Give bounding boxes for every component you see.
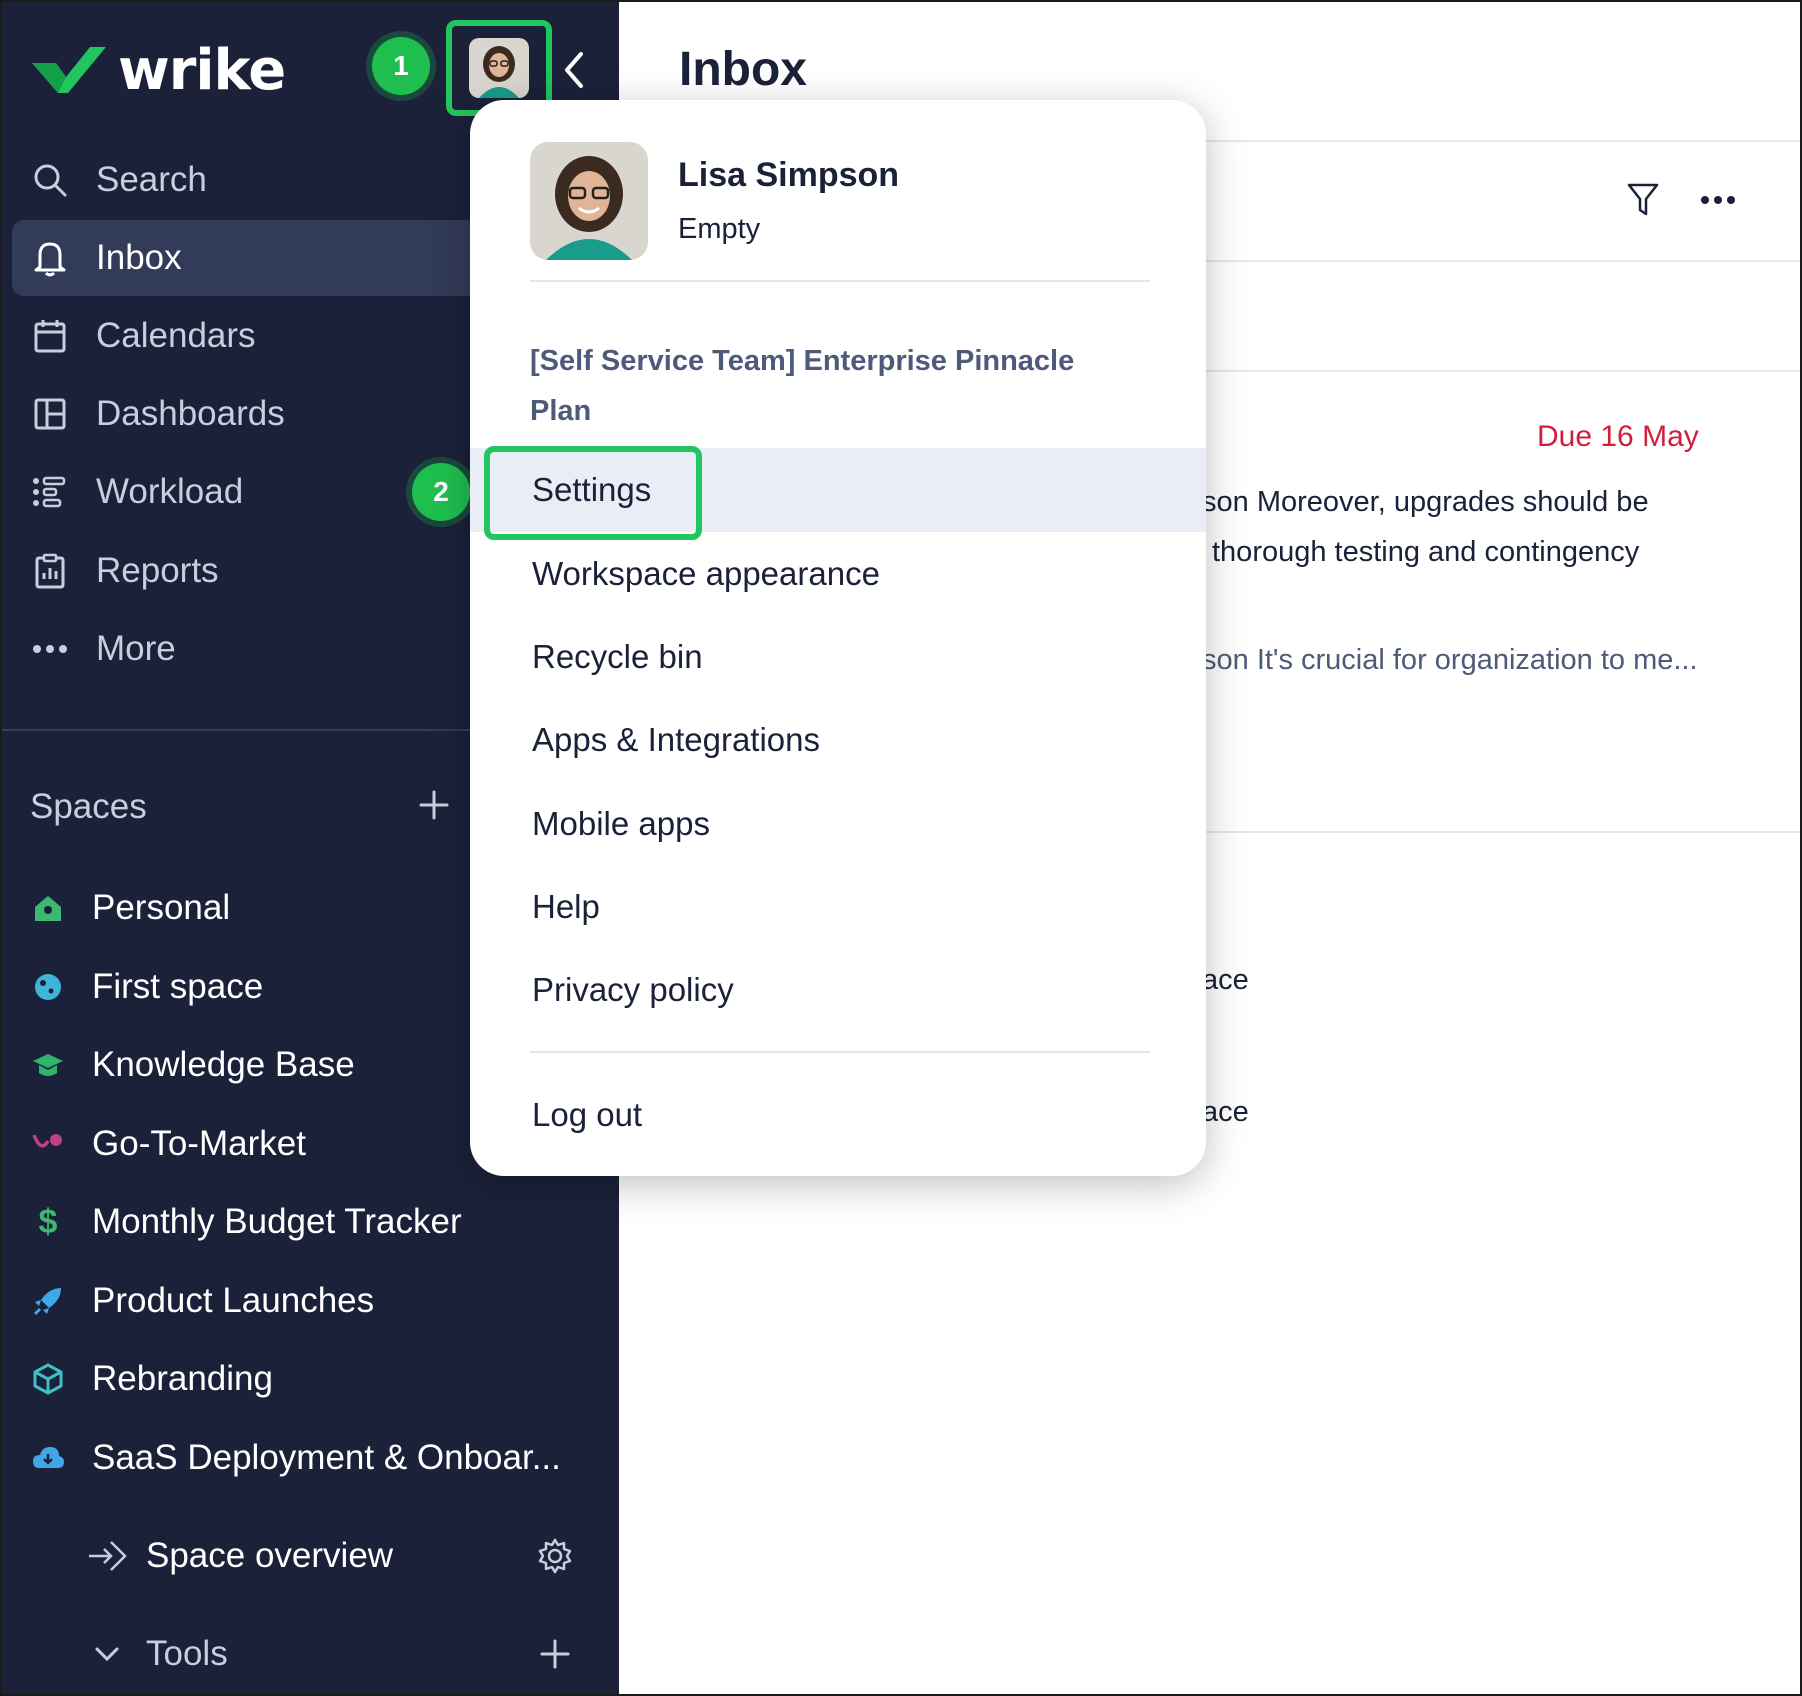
filter-icon (1627, 183, 1659, 216)
space-monthly-budget-tracker[interactable]: $ Monthly Budget Tracker (30, 1192, 462, 1252)
home-icon (30, 890, 66, 926)
rocket-icon (30, 1283, 66, 1319)
more-options-button[interactable] (1694, 176, 1742, 224)
calendar-icon (30, 316, 70, 356)
due-date: Due 16 May (1537, 420, 1699, 453)
step-1-badge: 1 (372, 37, 430, 95)
tools-label: Tools (146, 1634, 228, 1673)
space-label: Go-To-Market (92, 1124, 306, 1163)
notification-text: son Moreover, upgrades should be (1202, 486, 1649, 518)
chevron-left-icon (565, 52, 583, 88)
nav-label: Workload (96, 472, 244, 511)
notification-text: ace (1202, 964, 1249, 996)
spaces-header: Spaces (30, 787, 450, 827)
space-label: Personal (92, 888, 231, 927)
notification-text: thorough testing and contingency (1212, 536, 1640, 568)
brand-name: wrike (118, 37, 286, 103)
menu-log-out[interactable]: Log out (470, 1073, 1206, 1157)
space-knowledge-base[interactable]: Knowledge Base (30, 1035, 355, 1095)
menu-privacy-policy[interactable]: Privacy policy (470, 948, 1206, 1032)
bell-icon (30, 238, 70, 278)
space-go-to-market[interactable]: Go-To-Market (30, 1114, 306, 1174)
profile-header: Lisa Simpson Empty (530, 142, 899, 260)
nav-label: More (96, 629, 176, 668)
space-overview-item[interactable]: Space overview (86, 1526, 576, 1586)
page-title: Inbox (679, 43, 807, 96)
nav-label: Reports (96, 551, 219, 590)
add-tool-button[interactable] (534, 1633, 576, 1675)
spaces-label: Spaces (30, 787, 147, 826)
wrike-logo[interactable]: wrike (30, 37, 286, 103)
app-window: wrike 1 Search Inbox Calendars Dashboard… (0, 0, 1802, 1696)
space-label: Rebranding (92, 1359, 273, 1398)
branch-icon (30, 1126, 66, 1162)
menu-help[interactable]: Help (470, 865, 1206, 949)
enter-arrow-icon (86, 1535, 128, 1577)
gear-icon (538, 1538, 572, 1574)
dollar-icon: $ (38, 1202, 58, 1241)
profile-menu: Lisa Simpson Empty [Self Service Team] E… (470, 100, 1206, 1176)
space-label: Monthly Budget Tracker (92, 1202, 462, 1241)
add-space-button[interactable] (418, 789, 450, 826)
step-2-badge: 2 (412, 463, 470, 521)
plan-name: [Self Service Team] Enterprise Pinnacle … (530, 345, 1075, 427)
space-product-launches[interactable]: Product Launches (30, 1271, 374, 1331)
settings-highlight (484, 446, 702, 540)
space-label: Product Launches (92, 1281, 375, 1320)
space-label: SaaS Deployment & Onboar... (92, 1438, 561, 1477)
space-rebranding[interactable]: Rebranding (30, 1349, 273, 1409)
wrike-check-icon (32, 47, 106, 93)
plus-icon (540, 1639, 570, 1669)
sidebar-divider (2, 729, 472, 731)
collapse-sidebar-button[interactable] (556, 48, 590, 92)
graduation-cap-icon (30, 1047, 66, 1083)
avatar (530, 142, 648, 260)
more-dots-icon (30, 629, 70, 669)
user-name: Lisa Simpson (678, 156, 900, 194)
tools-item[interactable]: Tools (86, 1624, 576, 1684)
more-dots-icon (1701, 196, 1735, 204)
space-saas-deployment[interactable]: SaaS Deployment & Onboar... (30, 1428, 561, 1488)
cube-icon (30, 1361, 66, 1397)
nav-label: Inbox (96, 238, 182, 277)
space-overview-label: Space overview (146, 1536, 394, 1575)
nav-label: Dashboards (96, 394, 285, 433)
nav-label: Calendars (96, 316, 256, 355)
nav-label: Search (96, 160, 207, 199)
menu-divider (530, 280, 1150, 282)
space-personal[interactable]: Personal (30, 878, 230, 938)
space-settings-button[interactable] (534, 1535, 576, 1577)
menu-recycle-bin[interactable]: Recycle bin (470, 615, 1206, 699)
chevron-down-icon (86, 1633, 128, 1675)
menu-workspace-appearance[interactable]: Workspace appearance (470, 532, 1206, 616)
user-status: Empty (678, 213, 761, 245)
notification-text: son It's crucial for organization to me.… (1202, 644, 1698, 676)
cloud-download-icon (30, 1440, 66, 1476)
menu-mobile-apps[interactable]: Mobile apps (470, 782, 1206, 866)
space-label: First space (92, 967, 264, 1006)
space-first-space[interactable]: First space (30, 957, 263, 1017)
search-icon (30, 160, 70, 200)
dashboard-icon (30, 394, 70, 434)
space-label: Knowledge Base (92, 1045, 355, 1084)
avatar (469, 38, 529, 98)
menu-divider (530, 1051, 1150, 1053)
planet-icon (30, 969, 66, 1005)
reports-icon (30, 551, 70, 591)
filter-button[interactable] (1619, 176, 1667, 224)
workload-icon (30, 472, 70, 512)
notification-text: ace (1202, 1096, 1249, 1128)
plus-icon (419, 790, 449, 819)
menu-apps-integrations[interactable]: Apps & Integrations (470, 698, 1206, 782)
